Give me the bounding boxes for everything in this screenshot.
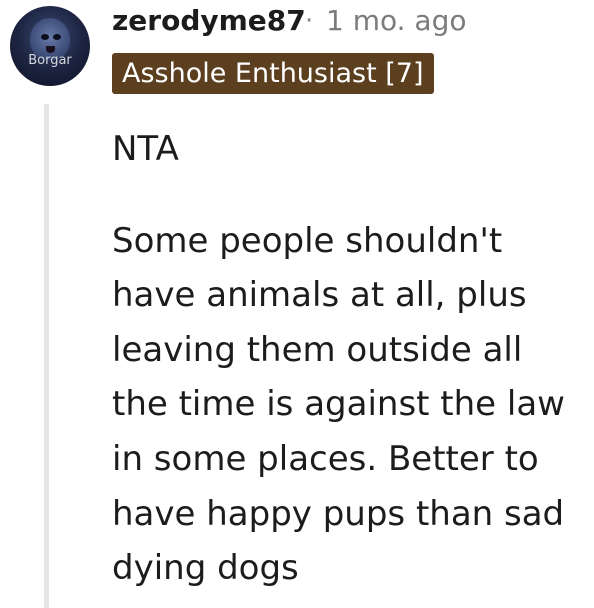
comment-timestamp[interactable]: 1 mo. ago [326,2,467,40]
avatar-text: Borgar [28,53,72,68]
thread-line[interactable] [44,104,49,608]
username-link[interactable]: zerodyme87 [112,2,306,40]
header-separator: · [305,6,314,36]
user-flair: Asshole Enthusiast [7] [112,53,434,94]
user-avatar[interactable]: Borgar [10,6,90,86]
comment-paragraph-2: Some people shouldn't have animals at al… [112,220,565,589]
comment-paragraph-1: NTA [112,129,179,169]
avatar-eye-left [41,34,49,40]
comment-body: NTA Some people shouldn't have animals a… [112,122,582,596]
avatar-eye-right [53,34,61,40]
